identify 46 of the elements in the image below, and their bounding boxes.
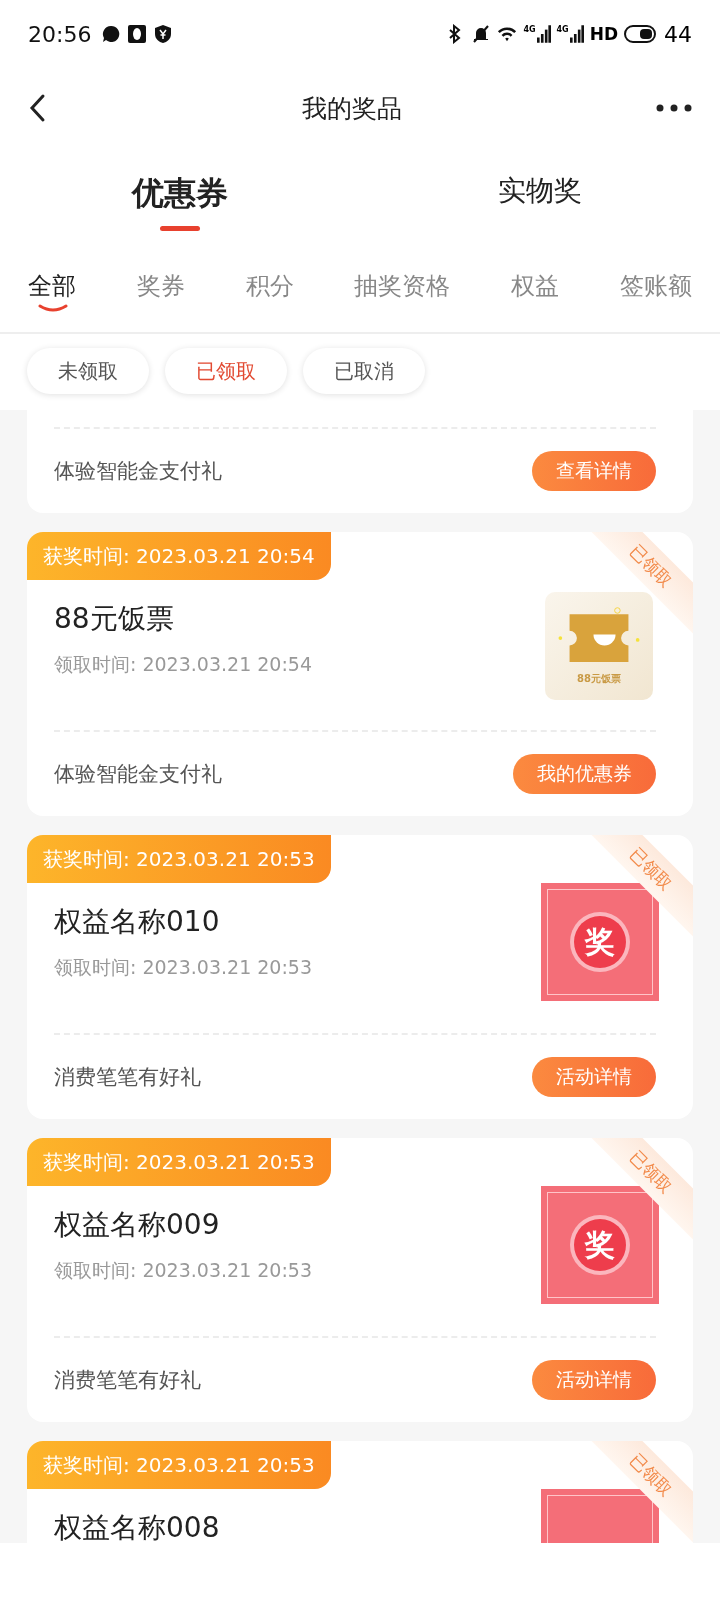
claim-time: 领取时间: 2023.03.21 20:53 xyxy=(54,955,313,980)
status-chip[interactable]: 已领取 xyxy=(165,348,287,394)
activity-name: 体验智能金支付礼 xyxy=(54,761,222,788)
detail-button[interactable]: 活动详情 xyxy=(532,1360,656,1400)
status-chip[interactable]: 未领取 xyxy=(27,348,149,394)
prize-title: 权益名称010 xyxy=(54,904,221,940)
award-time-badge: 获奖时间: 2023.03.21 20:53 xyxy=(27,1138,331,1186)
meal-ticket-image: 88元饭票 xyxy=(545,592,653,700)
filter-tab[interactable]: 抽奖资格 xyxy=(354,252,451,332)
shield-icon xyxy=(153,24,174,44)
filter-tab[interactable]: 全部 xyxy=(28,252,76,332)
signal-icon xyxy=(536,25,551,43)
claim-time: 领取时间: 2023.03.21 20:54 xyxy=(54,652,313,677)
detail-button[interactable]: 查看详情 xyxy=(532,451,656,491)
prize-title: 88元饭票 xyxy=(54,601,175,637)
filter-tab[interactable]: 权益 xyxy=(511,252,560,332)
network-label: 4G xyxy=(556,25,569,34)
category-tab[interactable]: 优惠券 xyxy=(0,148,360,252)
battery-level: 44 xyxy=(664,21,692,47)
claim-time: 领取时间: 2023.03.21 20:53 xyxy=(54,1258,313,1283)
award-time-badge: 获奖时间: 2023.03.21 20:53 xyxy=(27,835,331,883)
muted-bell-icon xyxy=(471,24,492,44)
activity-name: 体验智能金支付礼 xyxy=(54,458,222,485)
filter-tab[interactable]: 积分 xyxy=(245,252,294,332)
filter-tab[interactable]: 签账额 xyxy=(620,252,692,332)
status-time: 20:56 xyxy=(28,21,92,47)
detail-button[interactable]: 我的优惠券 xyxy=(513,754,656,794)
activity-name: 消费笔笔有好礼 xyxy=(54,1064,201,1091)
battery-icon xyxy=(624,25,658,43)
category-tab[interactable]: 实物奖 xyxy=(360,148,720,252)
hd-label: HD xyxy=(589,24,618,44)
status-chip[interactable]: 已取消 xyxy=(303,348,425,394)
filter-tab[interactable]: 奖券 xyxy=(136,252,185,332)
detail-button[interactable]: 活动详情 xyxy=(532,1057,656,1097)
prize-title: 权益名称008 xyxy=(54,1510,220,1543)
page-title: 我的奖品 xyxy=(302,92,402,125)
activity-name: 消费笔笔有好礼 xyxy=(54,1367,201,1394)
prize-title: 权益名称009 xyxy=(54,1207,221,1243)
award-time-badge: 获奖时间: 2023.03.21 20:54 xyxy=(27,532,331,580)
chat-bubble-icon xyxy=(101,24,122,44)
network-label: 4G xyxy=(523,25,536,34)
selected-underline-icon xyxy=(38,304,68,312)
wifi-icon xyxy=(497,24,518,44)
signal-icon xyxy=(569,25,584,43)
more-icon[interactable] xyxy=(656,104,692,112)
award-time-badge: 获奖时间: 2023.03.21 20:53 xyxy=(27,1441,331,1489)
